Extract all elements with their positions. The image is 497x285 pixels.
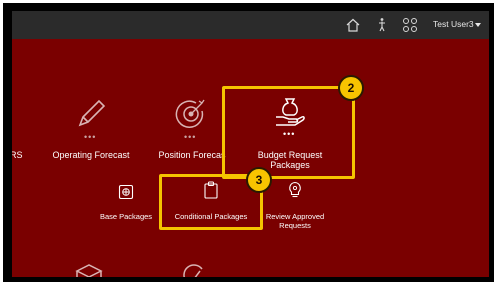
top-bar: Test User3 [12,11,489,39]
screenshot-frame: Test User3 RS ••• Operating Forecast •••… [3,3,494,282]
tile-review-line1: Review Approved [265,212,325,221]
chevron-down-icon[interactable] [475,23,481,27]
base-package-icon[interactable] [118,184,134,200]
accessibility-icon[interactable] [374,17,390,33]
pencil-icon[interactable] [74,97,108,131]
more-dots-icon: ••• [184,132,197,142]
apps-grid-icon[interactable] [402,17,418,33]
highlight-budget-request [222,86,355,179]
more-dots-icon: ••• [84,132,97,142]
target-icon[interactable] [174,97,208,131]
user-menu[interactable]: Test User3 [433,19,474,29]
tile-base-packages[interactable]: Base Packages [91,212,161,221]
tile-review-line2: Requests [279,221,311,230]
gauge-icon[interactable] [182,263,208,277]
tile-partial-label[interactable]: RS [12,150,23,160]
tile-position-forecast[interactable]: Position Forecas [152,150,232,160]
app-screen: Test User3 RS ••• Operating Forecast •••… [12,11,489,277]
home-icon[interactable] [345,17,361,33]
step-2-badge: 2 [338,75,364,101]
tile-review-approved-requests[interactable]: Review Approved Requests [257,212,333,230]
step-3-badge: 3 [246,167,272,193]
box-icon[interactable] [74,263,104,277]
lightbulb-icon[interactable] [287,181,303,199]
tile-operating-forecast[interactable]: Operating Forecast [51,150,131,160]
